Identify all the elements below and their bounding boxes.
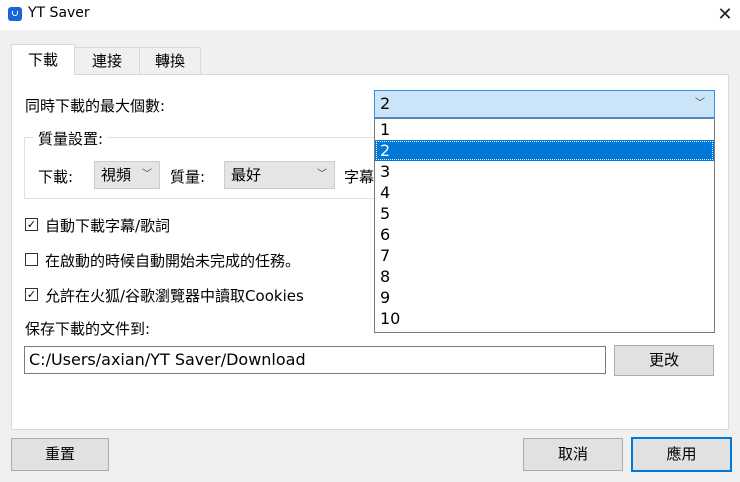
dropdown-option-8[interactable]: 8 — [375, 266, 714, 287]
tab-convert[interactable]: 轉換 — [139, 47, 201, 74]
quality-value: 最好 — [231, 166, 262, 184]
tab-download[interactable]: 下載 — [11, 44, 75, 75]
download-type-label: 下載: — [38, 168, 74, 186]
tab-connection[interactable]: 連接 — [74, 47, 140, 74]
dropdown-option-10[interactable]: 10 — [375, 308, 714, 329]
read-cookies-label: 允許在火狐/谷歌瀏覽器中讀取Cookies — [45, 287, 304, 305]
max-downloads-select[interactable]: 2 ﹀ — [374, 90, 715, 118]
dropdown-option-6[interactable]: 6 — [375, 224, 714, 245]
dropdown-option-7[interactable]: 7 — [375, 245, 714, 266]
dropdown-option-2[interactable]: 2 — [375, 140, 714, 161]
max-downloads-value: 2 — [380, 94, 391, 113]
cancel-button[interactable]: 取消 — [523, 438, 623, 471]
download-type-value: 視頻 — [101, 166, 132, 184]
chevron-down-icon: ﹀ — [695, 98, 705, 109]
dropdown-option-9[interactable]: 9 — [375, 287, 714, 308]
quality-label: 質量: — [170, 168, 206, 186]
apply-button[interactable]: 應用 — [631, 437, 732, 472]
window-title: YT Saver — [28, 5, 90, 21]
chevron-down-icon: ﹀ — [317, 169, 327, 180]
resume-tasks-label: 在啟動的時候自動開始未完成的任務。 — [45, 252, 301, 270]
save-path-input[interactable]: C:/Users/axian/YT Saver/Download — [24, 346, 606, 374]
change-path-button[interactable]: 更改 — [614, 345, 714, 376]
dropdown-option-4[interactable]: 4 — [375, 182, 714, 203]
dropdown-option-5[interactable]: 5 — [375, 203, 714, 224]
checkbox-auto-subtitles[interactable]: ✓ — [25, 218, 38, 231]
auto-subtitles-label: 自動下載字幕/歌詞 — [45, 217, 171, 235]
quality-select[interactable]: 最好 ﹀ — [224, 161, 335, 189]
subtitle-label: 字幕 — [344, 168, 375, 186]
dropdown-option-1[interactable]: 1 — [375, 119, 714, 140]
checkbox-resume-tasks[interactable] — [25, 253, 38, 266]
quality-group-title: 質量設置: — [34, 128, 108, 149]
chevron-down-icon: ﹀ — [142, 169, 152, 180]
reset-button[interactable]: 重置 — [11, 438, 109, 471]
checkbox-read-cookies[interactable]: ✓ — [25, 288, 38, 301]
max-downloads-label: 同時下載的最大個數: — [25, 97, 166, 115]
save-path-label: 保存下載的文件到: — [25, 320, 151, 338]
title-bar — [0, 0, 740, 30]
app-logo-icon — [8, 7, 22, 21]
dropdown-option-3[interactable]: 3 — [375, 161, 714, 182]
close-button[interactable]: ✕ — [712, 1, 738, 27]
download-type-select[interactable]: 視頻 ﹀ — [94, 161, 160, 189]
max-downloads-dropdown[interactable]: 1 2 3 4 5 6 7 8 9 10 — [374, 118, 715, 333]
